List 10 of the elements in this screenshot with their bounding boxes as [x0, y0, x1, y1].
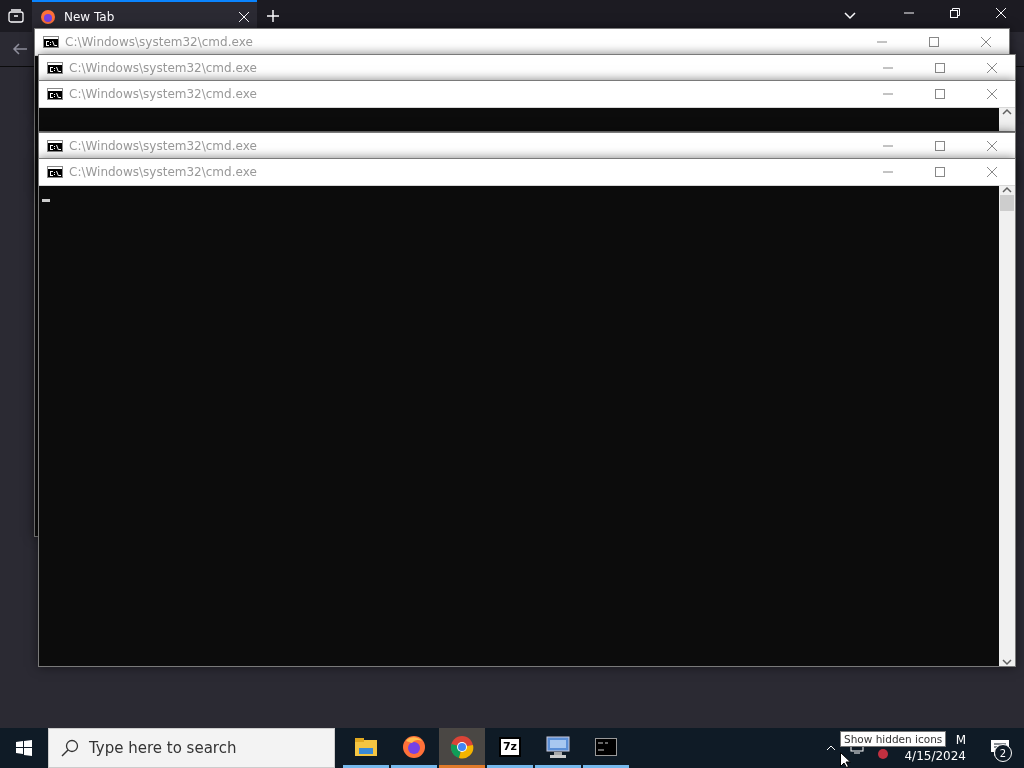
- tab-title: New Tab: [64, 10, 116, 24]
- window-title: C:\Windows\system32\cmd.exe: [69, 165, 258, 179]
- window-title: C:\Windows\system32\cmd.exe: [69, 61, 258, 75]
- window-title: C:\Windows\system32\cmd.exe: [69, 87, 258, 101]
- tooltip: Show hidden icons: [840, 731, 947, 747]
- window-title: C:\Windows\system32\cmd.exe: [65, 35, 254, 49]
- clock-time: M: [955, 732, 966, 748]
- window-title: C:\Windows\system32\cmd.exe: [69, 139, 258, 153]
- archive-app-icon: 7z: [499, 736, 521, 757]
- clock-date: 4/15/2024: [904, 748, 966, 764]
